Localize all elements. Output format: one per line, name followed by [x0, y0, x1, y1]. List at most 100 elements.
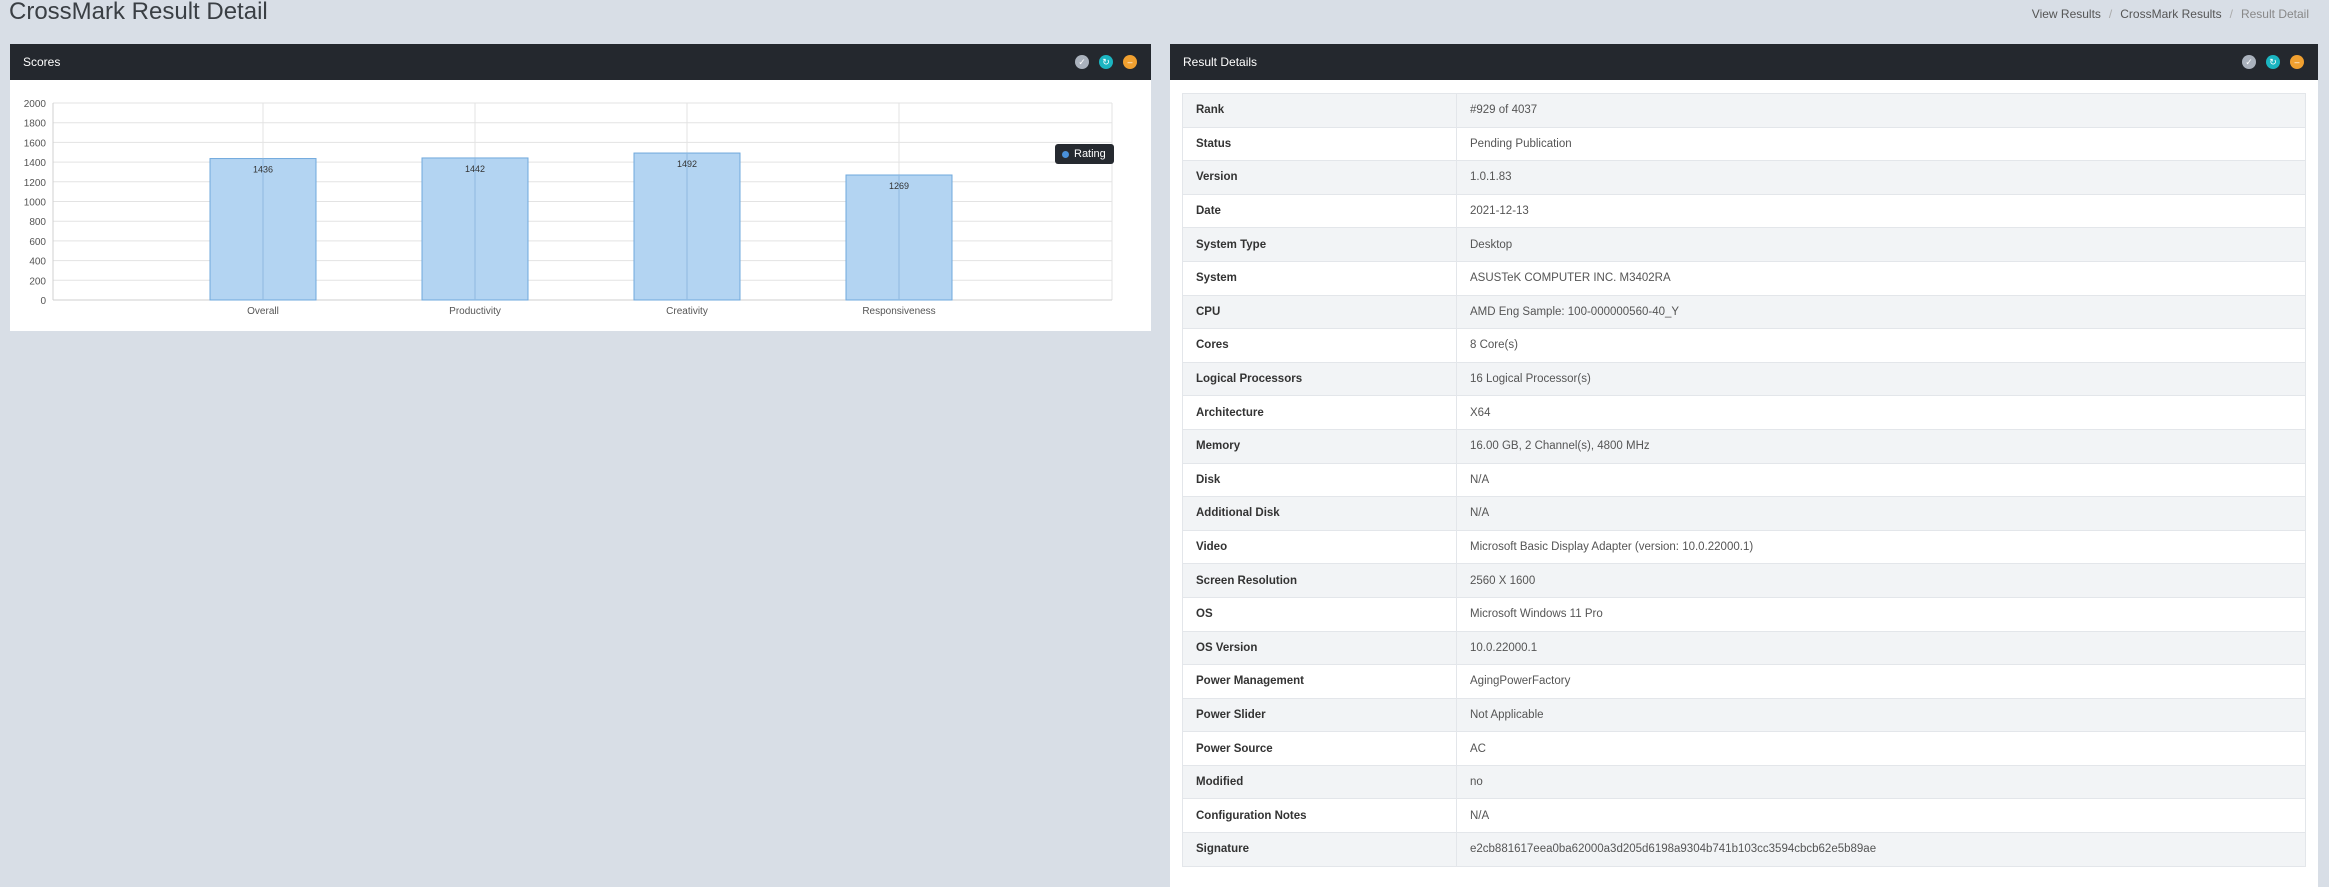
scores-chart: 0 200 400 600 800 1000 1200 1400 1600 1800 2000 143…: [10, 80, 1151, 331]
y-tick-label: 800: [29, 217, 46, 228]
detail-label: Configuration Notes: [1182, 798, 1457, 834]
y-tick-label: 0: [40, 296, 46, 307]
detail-label: Architecture: [1182, 395, 1457, 430]
detail-label: Date: [1182, 193, 1457, 229]
check-icon[interactable]: ✓: [1075, 55, 1089, 69]
details-row: Memory 16.00 GB, 2 Channel(s), 4800 MHz: [1182, 428, 2306, 464]
y-tick-label: 200: [29, 276, 46, 287]
data-label: 1436: [253, 165, 273, 175]
details-row: OS Microsoft Windows 11 Pro: [1182, 596, 2306, 632]
check-icon[interactable]: ✓: [2242, 55, 2256, 69]
details-row: System ASUSTeK COMPUTER INC. M3402RA: [1182, 260, 2306, 296]
details-row: Version 1.0.1.83: [1182, 160, 2306, 195]
detail-label: Version: [1182, 160, 1457, 195]
details-row: Power Slider Not Applicable: [1182, 697, 2306, 733]
detail-label: OS: [1182, 596, 1457, 632]
details-table: Rank #929 of 4037 Status Pending Publicatio…: [1182, 93, 2306, 867]
detail-value: N/A: [1456, 798, 2306, 834]
detail-value: #929 of 4037: [1456, 93, 2306, 128]
detail-value: e2cb881617eea0ba62000a3d205d6198a9304b74…: [1456, 832, 2306, 867]
details-panel-header: Result Details ✓ ↻ –: [1170, 44, 2318, 80]
y-tick-label: 1200: [24, 178, 47, 189]
x-tick-label: Productivity: [449, 306, 501, 317]
scores-chart-svg: 0 200 400 600 800 1000 1200 1400 1600 1800 2000 143…: [24, 99, 1113, 317]
details-row: Screen Resolution 2560 X 1600: [1182, 563, 2306, 598]
data-label: 1442: [465, 164, 485, 174]
detail-value: 2021-12-13: [1456, 193, 2306, 229]
detail-value: Not Applicable: [1456, 697, 2306, 733]
y-tick-label: 400: [29, 257, 46, 268]
y-tick-label: 600: [29, 237, 46, 248]
details-panel-tools: ✓ ↻ –: [2242, 55, 2304, 69]
data-label: 1269: [889, 181, 909, 191]
details-row: Additional Disk N/A: [1182, 496, 2306, 531]
breadcrumb-view-results[interactable]: View Results: [2032, 7, 2101, 21]
detail-value: 16 Logical Processor(s): [1456, 361, 2306, 397]
detail-label: Signature: [1182, 832, 1457, 867]
refresh-icon[interactable]: ↻: [1099, 55, 1113, 69]
details-row: Power Management AgingPowerFactory: [1182, 664, 2306, 699]
scores-panel-tools: ✓ ↻ –: [1075, 55, 1137, 69]
detail-value: ASUSTeK COMPUTER INC. M3402RA: [1456, 260, 2306, 296]
detail-label: Cores: [1182, 328, 1457, 363]
details-row: Power Source AC: [1182, 731, 2306, 766]
breadcrumb-crossmark-results[interactable]: CrossMark Results: [2120, 7, 2221, 21]
details-panel-title: Result Details: [1183, 55, 1258, 69]
detail-label: OS Version: [1182, 630, 1457, 666]
detail-label: System: [1182, 260, 1457, 296]
minus-icon[interactable]: –: [1123, 55, 1137, 69]
detail-label: Logical Processors: [1182, 361, 1457, 397]
y-tick-label: 1600: [24, 138, 47, 149]
breadcrumb-result-detail: Result Detail: [2240, 7, 2309, 21]
x-tick-label: Overall: [247, 306, 279, 317]
details-row: Date 2021-12-13: [1182, 193, 2306, 229]
details-row: Rank #929 of 4037: [1182, 93, 2306, 128]
details-row: CPU AMD Eng Sample: 100-000000560-40_Y: [1182, 294, 2306, 330]
detail-label: Power Slider: [1182, 697, 1457, 733]
detail-value: 16.00 GB, 2 Channel(s), 4800 MHz: [1456, 428, 2306, 464]
chart-legend[interactable]: Rating: [1055, 144, 1114, 164]
detail-value: AC: [1456, 731, 2306, 766]
minus-icon[interactable]: –: [2290, 55, 2304, 69]
scores-panel-header: Scores ✓ ↻ –: [10, 44, 1151, 80]
details-row: Signature e2cb881617eea0ba62000a3d205d619…: [1182, 832, 2306, 867]
legend-dot-icon: [1062, 150, 1069, 158]
refresh-icon[interactable]: ↻: [2266, 55, 2280, 69]
detail-value: Microsoft Windows 11 Pro: [1456, 596, 2306, 632]
y-tick-label: 1000: [24, 198, 47, 209]
details-row: System Type Desktop: [1182, 227, 2306, 262]
y-tick-label: 1400: [24, 158, 47, 169]
detail-label: Modified: [1182, 764, 1457, 800]
detail-label: Rank: [1182, 93, 1457, 128]
details-row: Cores 8 Core(s): [1182, 328, 2306, 363]
detail-label: Power Management: [1182, 664, 1457, 699]
data-label: 1492: [677, 159, 697, 169]
scores-panel: Scores ✓ ↻ – 0 200 400 600 800 1000 1200 1400 16…: [10, 44, 1151, 331]
details-row: Architecture X64: [1182, 395, 2306, 430]
detail-label: Screen Resolution: [1182, 563, 1457, 598]
breadcrumb: View Results / CrossMark Results / Resul…: [2032, 7, 2309, 21]
details-row: Logical Processors 16 Logical Processor(s…: [1182, 361, 2306, 397]
details-panel: Result Details ✓ ↻ – Rank #929 of 4037 Sta…: [1170, 44, 2318, 887]
detail-value: no: [1456, 764, 2306, 800]
detail-value: N/A: [1456, 462, 2306, 498]
detail-label: Disk: [1182, 462, 1457, 498]
detail-label: Status: [1182, 126, 1457, 162]
y-tick-label: 2000: [24, 99, 47, 110]
page-title: CrossMark Result Detail: [9, 0, 268, 25]
details-row: Modified no: [1182, 764, 2306, 800]
details-row: Configuration Notes N/A: [1182, 798, 2306, 834]
y-tick-label: 1800: [24, 119, 47, 130]
detail-label: Memory: [1182, 428, 1457, 464]
details-row: Disk N/A: [1182, 462, 2306, 498]
detail-value: X64: [1456, 395, 2306, 430]
detail-value: Desktop: [1456, 227, 2306, 262]
detail-label: Video: [1182, 529, 1457, 565]
detail-label: System Type: [1182, 227, 1457, 262]
scores-panel-title: Scores: [23, 55, 61, 69]
breadcrumb-separator: /: [2229, 7, 2233, 21]
x-tick-label: Responsiveness: [862, 306, 935, 317]
details-row: Status Pending Publication: [1182, 126, 2306, 162]
detail-label: Power Source: [1182, 731, 1457, 766]
detail-value: 8 Core(s): [1456, 328, 2306, 363]
